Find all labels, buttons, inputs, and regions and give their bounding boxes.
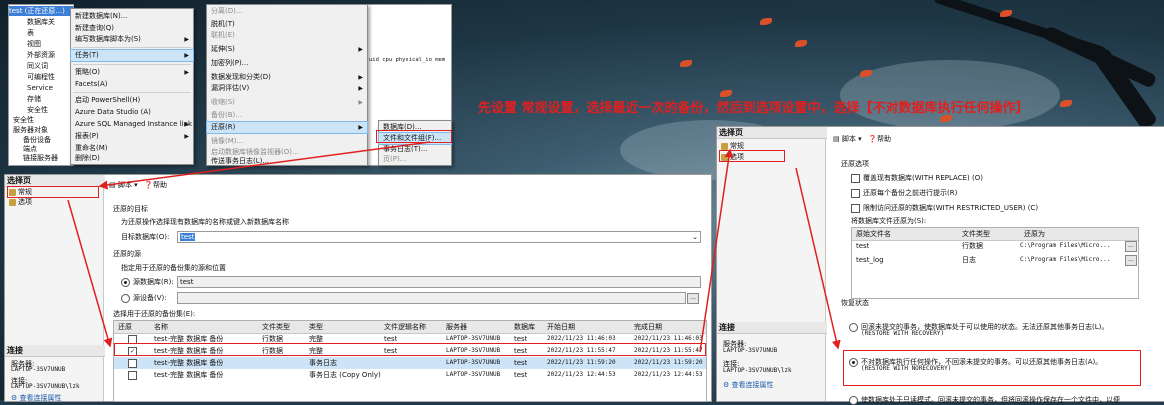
arrow-to-norecovery [795,167,841,350]
arrow-to-options-page [699,148,734,353]
arrow-to-backup-row [67,199,113,348]
arrow-to-general-page [98,141,431,190]
annotation-arrows [67,141,841,353]
